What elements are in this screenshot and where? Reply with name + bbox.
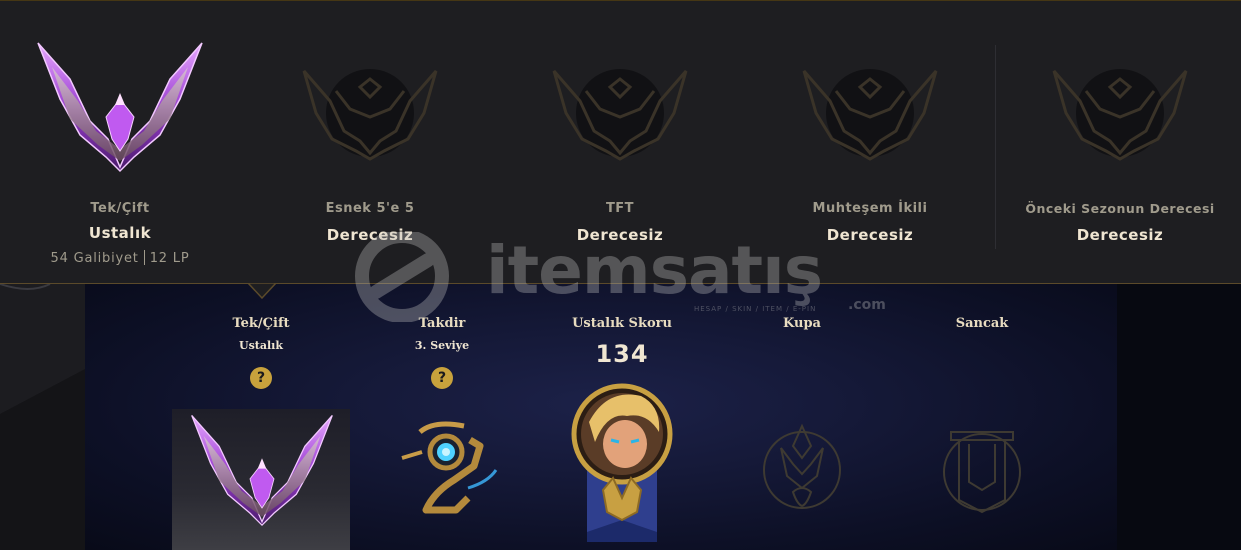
left-frame-decoration: [0, 284, 85, 550]
unranked-emblem-icon: [302, 69, 438, 161]
trophy-title: Kupa: [783, 316, 821, 331]
tier-label: Derecesiz: [576, 226, 664, 244]
rank-card-previous-season[interactable]: Önceki Sezonun Derecesi Derecesiz: [996, 1, 1241, 285]
tier-label: Derecesiz: [326, 226, 414, 244]
banner-right-edge: [1117, 284, 1241, 550]
honor-emblem-icon: [401, 421, 498, 514]
rank-stats: 54 Galibiyet 12 LP: [0, 250, 245, 266]
profile-rank-title: Tek/Çift: [232, 316, 290, 331]
wins-count: 54 Galibiyet: [50, 251, 139, 266]
help-icon[interactable]: ?: [250, 367, 272, 389]
queue-name: Esnek 5'e 5: [325, 201, 415, 216]
stats-divider: [143, 250, 145, 265]
queue-name: Muhteşem İkili: [812, 201, 928, 216]
rank-card-tft[interactable]: TFT Derecesiz: [495, 1, 745, 285]
selected-card-pointer: [248, 283, 276, 299]
master-emblem-icon: [37, 42, 203, 173]
tier-label: Derecesiz: [826, 226, 914, 244]
rank-card-flex[interactable]: Esnek 5'e 5 Derecesiz: [245, 1, 495, 285]
queue-name: Tek/Çift: [90, 201, 150, 216]
tier-label: Derecesiz: [1076, 226, 1164, 244]
rank-card-solo-duo[interactable]: Tek/Çift Ustalık 54 Galibiyet 12 LP: [0, 1, 245, 285]
queue-name: Önceki Sezonun Derecesi: [1025, 201, 1215, 216]
profile-banner-area: Tek/Çift Ustalık ? Takdir 3. Seviye ? Us…: [0, 284, 1241, 550]
honor-title: Takdir: [418, 316, 466, 331]
banner-placeholder-icon: [943, 431, 1021, 514]
unranked-emblem-icon: [1052, 69, 1188, 161]
ranked-panel: Tek/Çift Ustalık 54 Galibiyet 12 LP Esnek…: [0, 0, 1241, 284]
help-icon[interactable]: ?: [431, 367, 453, 389]
mastery-score: 134: [595, 340, 649, 368]
trophy-placeholder-icon: [763, 423, 841, 509]
banner-title: Sancak: [955, 316, 1009, 331]
lp-value: 12 LP: [149, 251, 190, 266]
unranked-emblem-icon: [802, 69, 938, 161]
master-emblem-icon: [191, 415, 333, 527]
mastery-title: Ustalık Skoru: [572, 316, 672, 331]
unranked-emblem-icon: [552, 69, 688, 161]
queue-name: TFT: [605, 201, 635, 216]
honor-level: 3. Seviye: [414, 339, 470, 352]
profile-rank-value: Ustalık: [239, 339, 283, 352]
champion-mastery-icon: [571, 383, 673, 542]
tier-label: Ustalık: [88, 224, 152, 242]
rank-card-double-up[interactable]: Muhteşem İkili Derecesiz: [745, 1, 995, 285]
